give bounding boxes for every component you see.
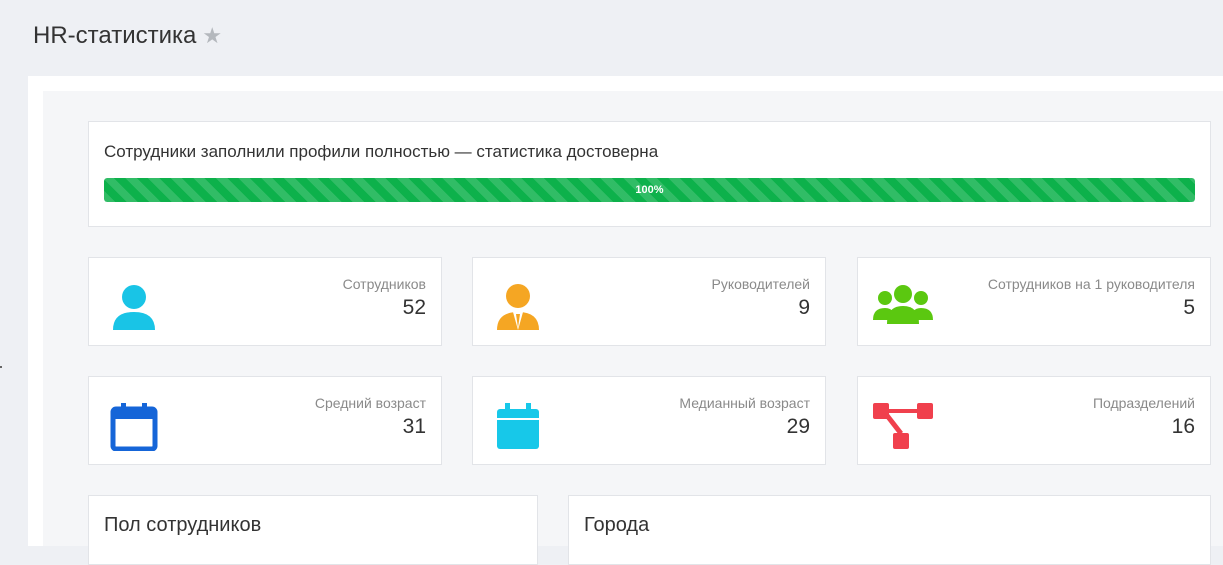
page-title: HR-статистика <box>33 22 197 49</box>
stat-card-departments: Подразделений 16 <box>857 376 1211 465</box>
section-title: Пол сотрудников <box>104 514 262 536</box>
stat-value: 16 <box>1171 415 1195 438</box>
progress-label: 100% <box>635 184 664 196</box>
stat-label: Средний возраст <box>314 395 426 411</box>
manager-icon <box>497 284 539 330</box>
stat-card-median-age: Медианный возраст 29 <box>472 376 826 465</box>
favorite-star-icon[interactable]: ★ <box>202 23 222 49</box>
stat-label: Руководителей <box>711 276 810 292</box>
stat-card-employees-per-manager: Сотрудников на 1 руководителя 5 <box>857 257 1211 346</box>
stat-label: Подразделений <box>1092 395 1195 411</box>
stat-label: Сотрудников на 1 руководителя <box>987 276 1195 292</box>
stat-card-employees: Сотрудников 52 <box>88 257 442 346</box>
stat-card-managers: Руководителей 9 <box>472 257 826 346</box>
stat-value: 52 <box>402 296 426 319</box>
stat-value: 31 <box>402 415 426 438</box>
calendar-filled-icon <box>497 403 539 449</box>
group-icon <box>873 285 933 324</box>
progress-fill: 100% <box>104 178 1195 202</box>
progress-track: 100% <box>104 178 1195 202</box>
calendar-outline-icon <box>110 403 158 451</box>
stat-value: 29 <box>786 415 810 438</box>
dashboard-area: Сотрудники заполнили профили полностью —… <box>43 91 1223 565</box>
org-structure-icon <box>873 403 933 449</box>
stat-label: Сотрудников <box>342 276 426 292</box>
stat-card-average-age: Средний возраст 31 <box>88 376 442 465</box>
gender-section-card: Пол сотрудников <box>88 495 538 565</box>
page-header: HR-статистика ★ <box>33 22 222 50</box>
stat-value: 9 <box>798 296 810 319</box>
progress-title: Сотрудники заполнили профили полностью —… <box>104 142 659 161</box>
profile-completeness-card: Сотрудники заполнили профили полностью —… <box>88 121 1211 227</box>
stat-value: 5 <box>1183 296 1195 319</box>
stat-label: Медианный возраст <box>679 395 810 411</box>
cities-section-card: Города <box>568 495 1211 565</box>
divider-dot <box>0 366 2 368</box>
section-title: Города <box>584 514 650 536</box>
content-panel: Сотрудники заполнили профили полностью —… <box>28 76 1223 565</box>
user-icon <box>113 285 155 330</box>
